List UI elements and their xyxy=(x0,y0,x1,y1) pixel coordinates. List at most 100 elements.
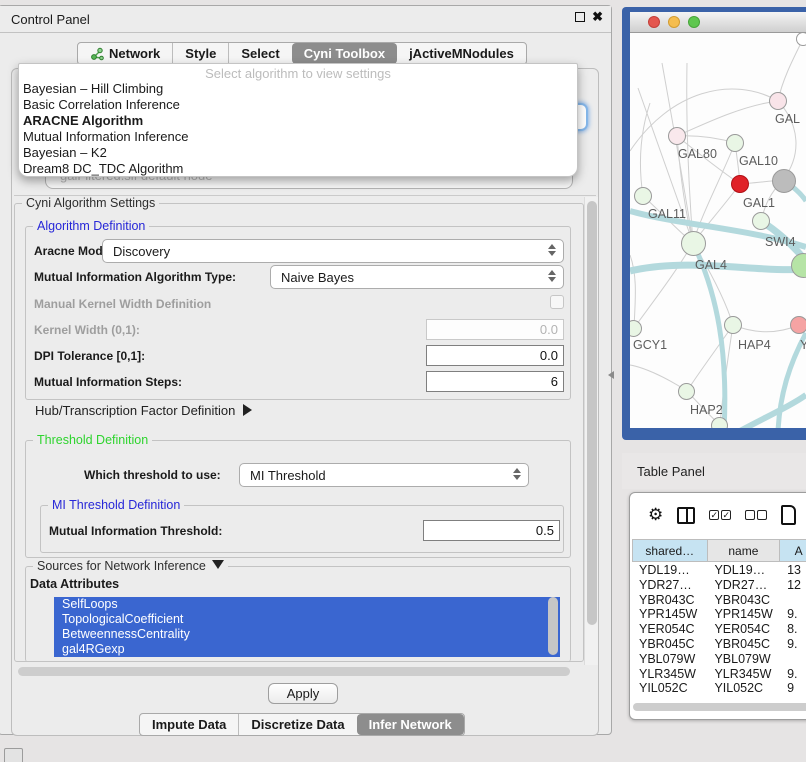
tab-discretize-data[interactable]: Discretize Data xyxy=(238,714,356,735)
node-hap2[interactable] xyxy=(678,383,695,400)
tab-infer-network[interactable]: Infer Network xyxy=(357,714,464,735)
close-traffic-light-icon[interactable] xyxy=(648,16,660,28)
mi-threshold-field[interactable] xyxy=(423,520,560,541)
node-gal1-red[interactable] xyxy=(731,175,749,193)
mi-algorithm-type-label: Mutual Information Algorithm Type: xyxy=(34,270,236,284)
attribute-item-selected[interactable]: TopologicalCoefficient xyxy=(54,612,560,627)
table-horizontal-scrollbar[interactable] xyxy=(633,703,806,711)
table-header-row: shared… name A xyxy=(632,539,806,562)
settings-horizontal-scrollbar[interactable] xyxy=(18,667,570,676)
tab-select[interactable]: Select xyxy=(228,43,291,64)
node-gal10[interactable] xyxy=(726,134,744,152)
kernel-width-field[interactable] xyxy=(426,319,564,340)
gear-icon[interactable]: ⚙ xyxy=(648,505,663,525)
splitter-handle[interactable] xyxy=(608,371,614,379)
select-all-columns-icon[interactable]: ✓✓ xyxy=(709,510,731,520)
table-row[interactable]: YPR145WYPR145W9. xyxy=(632,607,806,622)
node-hap4[interactable] xyxy=(724,316,742,334)
node-gal80[interactable] xyxy=(668,127,686,145)
attribute-item-selected[interactable]: SelfLoops xyxy=(54,597,560,612)
manual-kernel-width-label: Manual Kernel Width Definition xyxy=(34,297,211,311)
node-partial[interactable] xyxy=(796,33,806,46)
sources-group: Sources for Network Inference Data Attri… xyxy=(25,566,571,662)
node-label: HAP2 xyxy=(690,403,723,417)
tab-cyni-toolbox[interactable]: Cyni Toolbox xyxy=(292,43,397,64)
which-threshold-combo[interactable]: MI Threshold xyxy=(239,463,529,487)
mi-steps-field[interactable] xyxy=(426,371,564,392)
zoom-traffic-light-icon[interactable] xyxy=(688,16,700,28)
dpi-tolerance-field[interactable] xyxy=(426,345,564,366)
algorithm-option[interactable]: Basic Correlation Inference xyxy=(19,97,577,113)
node-label: GAL80 xyxy=(678,147,717,161)
table-row[interactable]: YDR27…YDR27…12 xyxy=(632,578,806,593)
node-pink[interactable] xyxy=(769,92,787,110)
column-header-partial[interactable]: A xyxy=(780,539,806,562)
sources-title[interactable]: Sources for Network Inference xyxy=(33,559,228,573)
export-table-icon[interactable] xyxy=(781,505,796,525)
tab-network[interactable]: Network xyxy=(78,43,172,64)
collapsed-panel-button[interactable] xyxy=(4,748,23,762)
table-row[interactable]: YLR345WYLR345W9. xyxy=(632,667,806,682)
settings-vscroll-thumb[interactable] xyxy=(587,201,597,625)
list-scrollbar-thumb[interactable] xyxy=(548,597,558,655)
algorithm-dropdown-popup: Select algorithm to view settings Bayesi… xyxy=(18,63,578,177)
node-salmon[interactable] xyxy=(790,316,806,334)
node-label: GAL11 xyxy=(648,207,686,221)
algorithm-option[interactable]: Bayesian – Hill Climbing xyxy=(19,81,577,97)
bottom-tabbar: Impute Data Discretize Data Infer Networ… xyxy=(139,713,465,736)
stepper-arrows-icon xyxy=(548,244,556,256)
node-gal4[interactable] xyxy=(681,231,706,256)
algorithm-option[interactable]: Bayesian – K2 xyxy=(19,145,577,161)
algorithm-popup-placeholder: Select algorithm to view settings xyxy=(19,66,577,81)
manual-kernel-width-checkbox[interactable] xyxy=(550,295,564,309)
table-row[interactable]: YDL19…YDL19…13 xyxy=(632,563,806,578)
mi-threshold-definition-title: MI Threshold Definition xyxy=(48,498,184,512)
mi-algorithm-type-combo[interactable]: Naive Bayes xyxy=(270,265,564,289)
node-partial-bottom[interactable] xyxy=(711,417,728,428)
column-header-shared-name[interactable]: shared… xyxy=(632,539,708,562)
tab-impute-data[interactable]: Impute Data xyxy=(140,714,238,735)
table-panel-titlebar: Table Panel xyxy=(622,453,806,489)
attribute-item-selected[interactable]: gal4RGexp xyxy=(54,642,560,657)
algorithm-definition-title: Algorithm Definition xyxy=(33,219,149,233)
network-canvas[interactable]: GAL GAL80 GAL10 GAL1 GAL11 SWI4 GAL4 GCY… xyxy=(630,33,806,428)
node-gal11[interactable] xyxy=(634,187,652,205)
table-row[interactable]: YER054CYER054C8. xyxy=(632,622,806,637)
network-icon xyxy=(90,47,104,61)
threshold-definition-group: Threshold Definition Which threshold to … xyxy=(25,440,571,558)
table-row[interactable]: YBR045CYBR045C9. xyxy=(632,637,806,652)
which-threshold-label: Which threshold to use: xyxy=(84,468,221,482)
algorithm-option-selected[interactable]: ARACNE Algorithm xyxy=(19,113,577,129)
algorithm-definition-group: Algorithm Definition Aracne Mode: Discov… xyxy=(25,226,571,400)
table-row[interactable]: YIL052CYIL052C9 xyxy=(632,681,806,696)
collapsed-arrow-icon xyxy=(243,404,252,416)
deselect-all-columns-icon[interactable] xyxy=(745,510,767,520)
node-gray[interactable] xyxy=(772,169,796,193)
stepper-arrows-icon xyxy=(548,270,556,282)
control-panel-title: Control Panel xyxy=(11,12,90,27)
apply-button[interactable]: Apply xyxy=(268,683,338,704)
network-window-titlebar[interactable] xyxy=(630,12,806,33)
attribute-item-selected[interactable]: BetweennessCentrality xyxy=(54,627,560,642)
column-header-name[interactable]: name xyxy=(708,539,781,562)
close-icon[interactable]: ✖ xyxy=(592,12,603,22)
node-swi4[interactable] xyxy=(752,212,770,230)
table-row[interactable]: YBR043CYBR043C xyxy=(632,593,806,608)
node-label: GAL1 xyxy=(743,196,775,210)
table-toolbar: ⚙ ✓✓ xyxy=(630,493,806,537)
tab-network-label: Network xyxy=(109,46,160,61)
minimize-traffic-light-icon[interactable] xyxy=(668,16,680,28)
mi-algorithm-type-value: Naive Bayes xyxy=(281,270,354,285)
algorithm-option[interactable]: Mutual Information Inference xyxy=(19,129,577,145)
aracne-mode-combo[interactable]: Discovery xyxy=(102,239,564,263)
table-row[interactable]: YBL079WYBL079W xyxy=(632,652,806,667)
table-panel-title: Table Panel xyxy=(637,464,705,479)
float-window-icon[interactable] xyxy=(575,12,585,22)
algorithm-option[interactable]: Dream8 DC_TDC Algorithm xyxy=(19,161,577,177)
tab-jactivemnodules[interactable]: jActiveMNodules xyxy=(397,43,526,64)
threshold-definition-title: Threshold Definition xyxy=(33,433,152,447)
hub-definition-toggle[interactable]: Hub/Transcription Factor Definition xyxy=(35,403,252,418)
settings-vertical-scrollbar[interactable] xyxy=(584,197,598,665)
columns-icon[interactable] xyxy=(677,507,695,524)
tab-style[interactable]: Style xyxy=(172,43,228,64)
